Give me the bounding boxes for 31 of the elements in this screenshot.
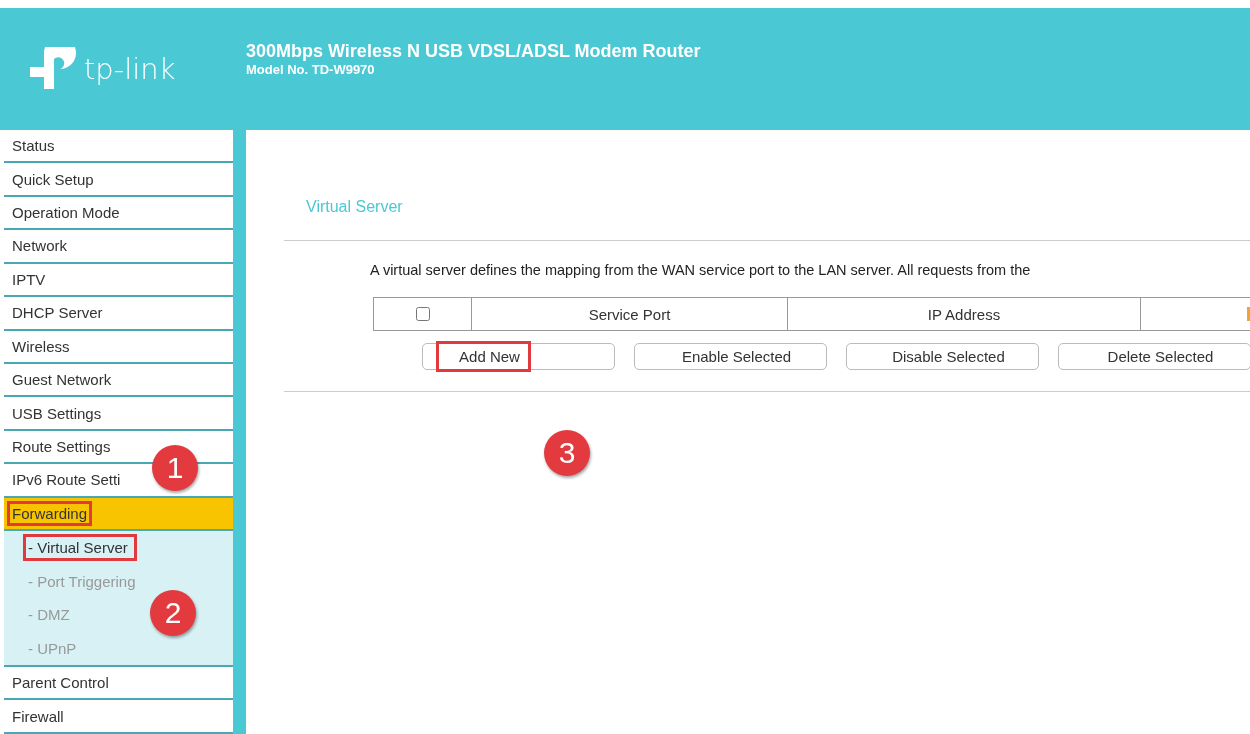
menu-label: Operation Mode xyxy=(11,203,121,223)
menu-label: Status xyxy=(11,136,56,156)
page-title: Virtual Server xyxy=(306,198,404,216)
menu-label: Parent Control xyxy=(11,673,110,693)
logo-text: tp-link xyxy=(84,52,176,86)
model-number: Model No. TD-W9970 xyxy=(246,62,376,77)
menu-label: Route Settings xyxy=(11,437,112,456)
menu-label: Firewall xyxy=(11,706,65,726)
column-header: Service Port xyxy=(472,298,788,330)
action-button[interactable]: Enable Selected xyxy=(634,343,827,370)
sidebar-item[interactable]: Forwarding xyxy=(4,497,233,532)
cut-column-mark xyxy=(1247,307,1250,321)
description-text: A virtual server defines the mapping from the WAN service port to the LAN server. All requests from the xyxy=(370,262,1032,278)
menu-label: IPTV xyxy=(11,269,47,289)
menu-label: Wireless xyxy=(11,336,71,356)
menu-label: DHCP Server xyxy=(11,303,104,323)
menu-label: Forwarding xyxy=(10,503,90,523)
submenu-item[interactable]: - Virtual Server xyxy=(26,537,134,559)
menu-label: Network xyxy=(11,236,68,256)
select-all-checkbox[interactable] xyxy=(415,307,430,321)
action-button[interactable]: Add New xyxy=(422,343,615,370)
menu-label: Quick Setup xyxy=(11,169,95,189)
action-button[interactable]: Delete Selected xyxy=(1058,343,1250,370)
action-button[interactable]: Disable Selected xyxy=(846,343,1039,370)
logo-icon xyxy=(30,47,78,91)
step-number-badge: 3 xyxy=(544,430,590,476)
product-title: 300Mbps Wireless N USB VDSL/ADSL Modem Router xyxy=(246,41,701,62)
menu-label: USB Settings xyxy=(11,403,103,423)
menu-label: IPv6 Route Setti xyxy=(11,470,122,490)
column-header: IP Address xyxy=(788,298,1141,330)
menu-label: Guest Network xyxy=(11,370,113,390)
